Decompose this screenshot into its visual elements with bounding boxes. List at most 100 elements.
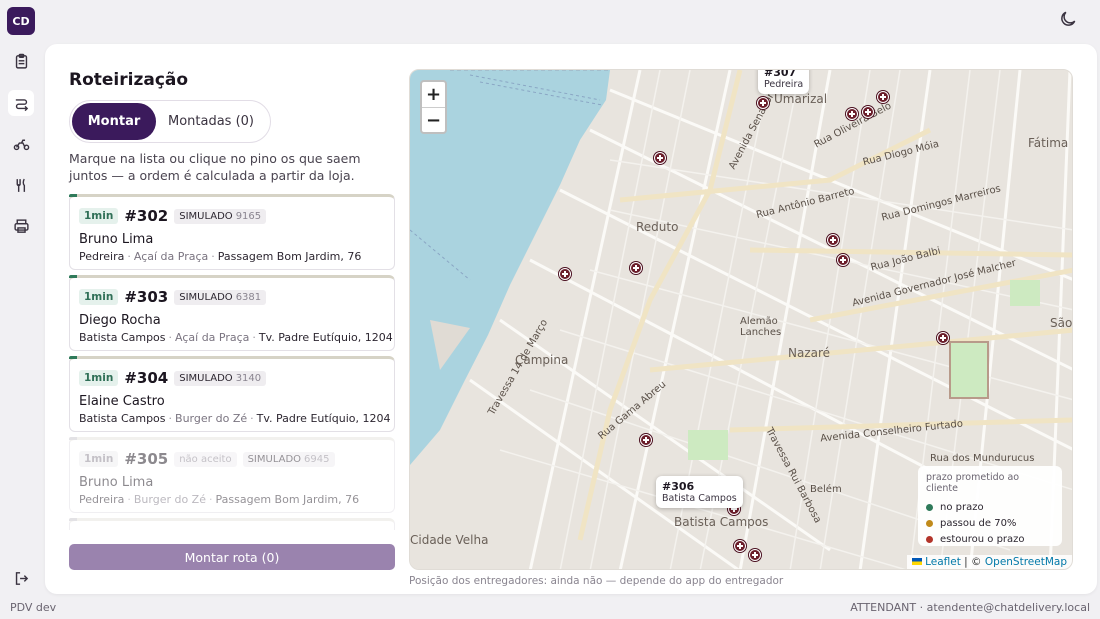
elapsed-time-badge: 1min xyxy=(79,208,119,224)
order-meta: Batista Campos · Açaí da Praça · Tv. Padre E… xyxy=(79,331,393,344)
zoom-control: + − xyxy=(420,80,447,134)
printer-icon xyxy=(13,218,29,233)
routing-map[interactable]: Reduto Campina Nazaré Batista Campos Cid… xyxy=(409,69,1073,570)
leaflet-link[interactable]: Leaflet xyxy=(925,556,961,568)
order-card[interactable]: 1min #306 xyxy=(69,518,395,530)
order-card[interactable]: 1min #305 não aceito SIMULADO 6945 Bruno … xyxy=(69,437,395,513)
order-pin[interactable] xyxy=(877,91,889,103)
clipboard-icon xyxy=(15,53,27,69)
order-meta: Pedreira · Burger do Zé · Passagem Bom Jardi… xyxy=(79,493,360,506)
order-popup[interactable]: #307 Pedreira xyxy=(758,70,810,94)
orders-nav-button[interactable] xyxy=(8,48,34,74)
courier-position-note: Posição dos entregadores: ainda não — de… xyxy=(409,575,784,587)
popup-order-number: #306 xyxy=(662,480,695,493)
neighborhood: Batista Campos xyxy=(79,331,166,344)
simulated-badge: SIMULADO 9165 xyxy=(174,208,267,224)
delivery-address: Tv. Padre Eutíquio, 1204 xyxy=(256,412,391,425)
legend-item: estourou o prazo xyxy=(926,531,1054,547)
customer-name: Elaine Castro xyxy=(79,394,165,409)
legend-dot xyxy=(926,503,933,511)
legend-item: passou de 70% xyxy=(926,515,1054,531)
neighborhood: Batista Campos xyxy=(79,412,166,425)
zoom-out-button[interactable]: − xyxy=(422,107,445,132)
map-label: Batista Campos xyxy=(674,515,769,529)
popup-neighborhood: Batista Campos xyxy=(662,493,737,504)
order-card[interactable]: 1min #303 SIMULADO 6381 Diego Rocha Batis… xyxy=(69,275,395,351)
order-list: 1min #302 SIMULADO 9165 Bruno Lima Pedrei… xyxy=(69,194,396,530)
motorcycle-icon xyxy=(13,139,29,150)
page-title: Roteirização xyxy=(69,70,189,90)
order-pin[interactable] xyxy=(640,434,652,446)
status-accent xyxy=(69,275,77,278)
print-nav-button[interactable] xyxy=(8,213,34,239)
status-accent xyxy=(69,194,77,197)
osm-link[interactable]: OpenStreetMap xyxy=(985,556,1067,568)
delivery-address: Passagem Bom Jardim, 76 xyxy=(217,250,362,263)
order-card[interactable]: 1min #302 SIMULADO 9165 Bruno Lima Pedrei… xyxy=(69,194,395,270)
zoom-in-button[interactable]: + xyxy=(422,82,445,107)
order-pin[interactable] xyxy=(837,254,849,266)
routing-nav-button[interactable] xyxy=(8,90,34,116)
store-name: Açaí da Praça xyxy=(175,331,250,344)
elapsed-time-badge: 1min xyxy=(79,370,119,386)
customer-name: Bruno Lima xyxy=(79,232,154,247)
neighborhood: Pedreira xyxy=(79,250,125,263)
order-card[interactable]: 1min #304 SIMULADO 3140 Elaine Castro Bat… xyxy=(69,356,395,432)
order-pin[interactable] xyxy=(846,108,858,120)
order-meta: Batista Campos · Burger do Zé · Tv. Padre Eu… xyxy=(79,412,391,425)
menu-nav-button[interactable] xyxy=(8,172,34,198)
legend-label: passou de 70% xyxy=(940,517,1017,529)
deadline-legend: prazo prometido ao cliente no prazo pass… xyxy=(918,466,1062,546)
utensils-icon xyxy=(16,178,25,192)
simulated-label: SIMULADO xyxy=(247,453,302,465)
order-pin[interactable] xyxy=(630,262,642,274)
map-label: São xyxy=(1050,316,1073,330)
order-pin[interactable] xyxy=(654,152,666,164)
order-popup[interactable]: #306 Batista Campos xyxy=(656,476,743,508)
view-tabs: Montar Montadas (0) xyxy=(69,100,271,143)
order-pin[interactable] xyxy=(734,540,746,552)
simulated-code: 3140 xyxy=(235,372,262,384)
attribution-separator: | © xyxy=(960,556,985,568)
delivery-address: Tv. Padre Eutíquio, 1204 xyxy=(258,331,393,344)
map-label: Alemão Lanches xyxy=(740,316,782,338)
map-label: Fátima xyxy=(1028,136,1069,150)
map-label: Umarizal xyxy=(774,92,828,106)
left-rail: CD xyxy=(0,0,40,619)
simulated-label: SIMULADO xyxy=(179,372,233,384)
environment-label: PDV dev xyxy=(10,601,57,614)
order-number: #304 xyxy=(124,369,169,387)
legend-label: estourou o prazo xyxy=(940,533,1025,545)
legend-dot xyxy=(926,535,933,543)
simulated-label: SIMULADO xyxy=(179,291,233,303)
route-icon xyxy=(15,98,28,111)
delivery-address: Passagem Bom Jardim, 76 xyxy=(215,493,360,506)
simulated-badge: SIMULADO 3140 xyxy=(174,370,267,386)
order-number: #303 xyxy=(124,288,169,306)
order-pin[interactable] xyxy=(937,332,949,344)
build-route-button[interactable]: Montar rota (0) xyxy=(69,544,395,570)
tab-montadas[interactable]: Montadas (0) xyxy=(156,103,266,140)
elapsed-time-badge: 1min xyxy=(79,289,119,305)
theme-toggle-button[interactable] xyxy=(1058,9,1080,31)
store-name: Açaí da Praça xyxy=(133,250,209,263)
order-pin[interactable] xyxy=(862,106,874,118)
tab-montar[interactable]: Montar xyxy=(72,103,156,140)
couriers-nav-button[interactable] xyxy=(8,131,34,157)
status-accent xyxy=(69,356,77,359)
simulated-badge: SIMULADO 6381 xyxy=(174,289,267,305)
routing-panel: Roteirização Montar Montadas (0) Marque … xyxy=(45,44,1097,594)
logout-icon xyxy=(15,571,28,585)
order-pin[interactable] xyxy=(827,234,839,246)
order-number: #302 xyxy=(124,207,169,225)
status-accent xyxy=(69,437,77,440)
app-logo[interactable]: CD xyxy=(7,7,35,35)
simulated-label: SIMULADO xyxy=(179,210,233,222)
order-pin[interactable] xyxy=(749,549,761,561)
map-label: Reduto xyxy=(636,220,679,234)
logout-button[interactable] xyxy=(8,565,34,591)
store-name: Burger do Zé xyxy=(175,412,248,425)
store-name: Burger do Zé xyxy=(133,493,206,506)
order-pin[interactable] xyxy=(757,97,769,109)
order-pin[interactable] xyxy=(559,268,571,280)
